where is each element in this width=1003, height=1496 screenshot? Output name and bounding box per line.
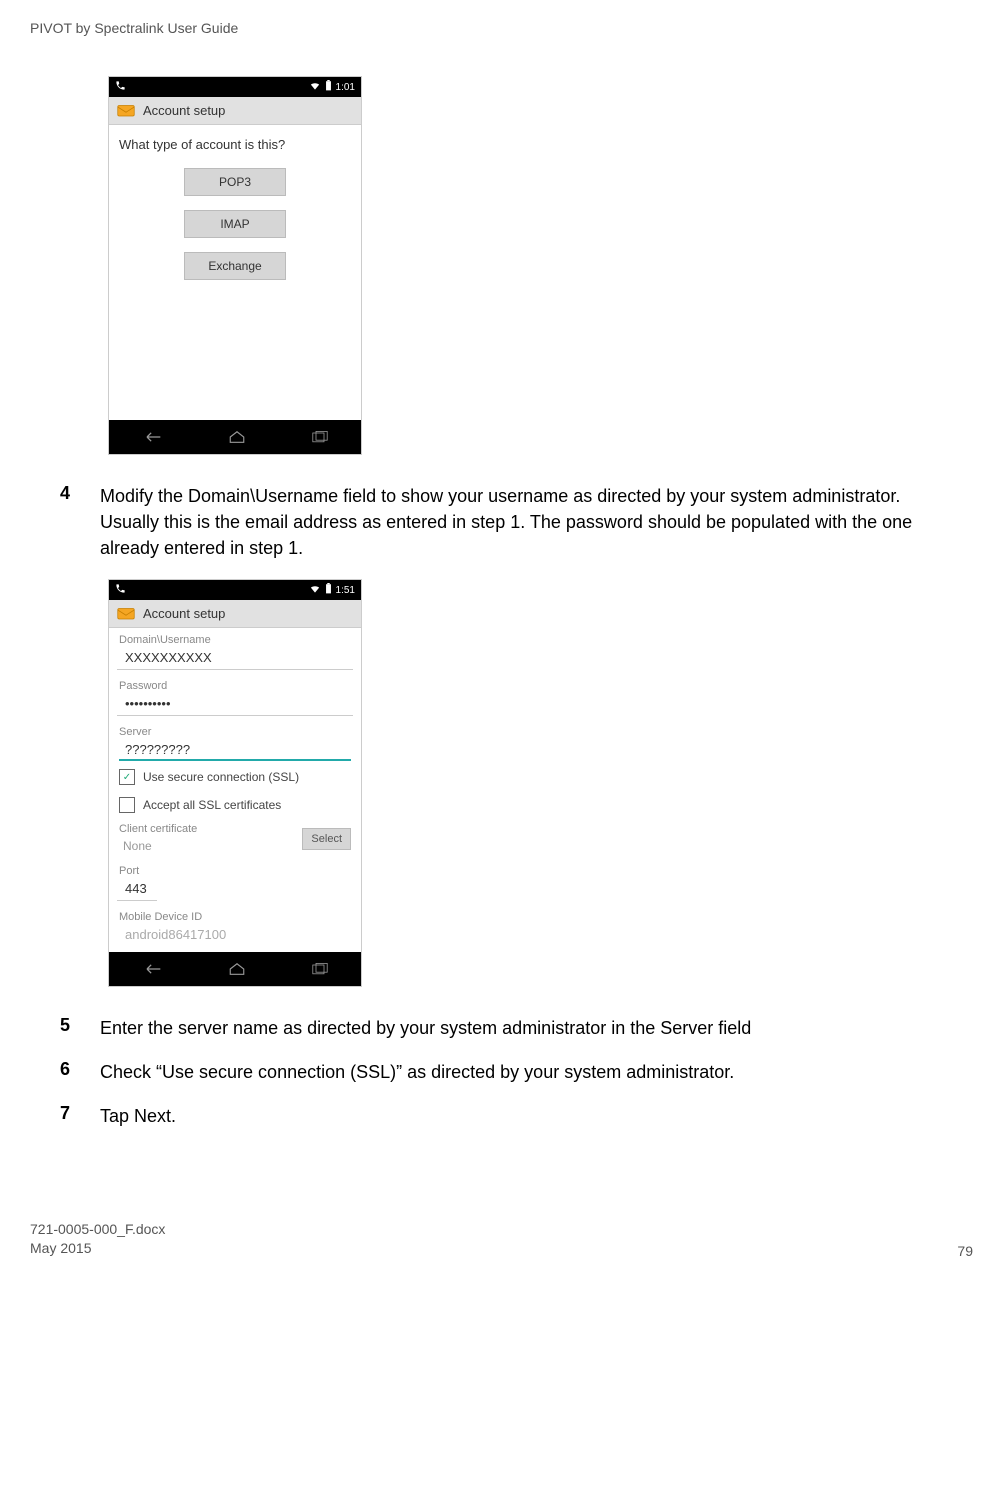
home-icon[interactable]: [228, 962, 246, 976]
exchange-button[interactable]: Exchange: [184, 252, 286, 280]
footer-date: May 2015: [30, 1239, 165, 1259]
step-5: 5 Enter the server name as directed by y…: [60, 1015, 943, 1041]
phone-icon: [115, 583, 126, 597]
screenshot-account-type: 1:01 Account setup What type of account …: [108, 76, 362, 455]
step-number: 5: [60, 1015, 100, 1041]
server-label: Server: [119, 726, 351, 738]
device-id-label: Mobile Device ID: [119, 911, 351, 923]
status-time: 1:01: [336, 82, 355, 93]
account-type-prompt: What type of account is this?: [109, 125, 361, 164]
recent-apps-icon[interactable]: [312, 962, 328, 976]
password-label: Password: [119, 680, 351, 692]
battery-icon: [325, 583, 332, 597]
accept-ssl-checkbox[interactable]: [119, 797, 135, 813]
android-nav-bar: [109, 420, 361, 454]
client-cert-value: None: [119, 837, 197, 855]
recent-apps-icon[interactable]: [312, 430, 328, 444]
ssl-checkbox-label: Use secure connection (SSL): [143, 770, 299, 784]
select-certificate-button[interactable]: Select: [302, 828, 351, 850]
step-6: 6 Check “Use secure connection (SSL)” as…: [60, 1059, 943, 1085]
step-text: Modify the Domain\Username field to show…: [100, 483, 943, 561]
pop3-button[interactable]: POP3: [184, 168, 286, 196]
wifi-icon: [309, 80, 321, 94]
phone-icon: [115, 80, 126, 94]
screen-title-bar: Account setup: [109, 600, 361, 628]
screen-title: Account setup: [143, 103, 225, 118]
step-4: 4 Modify the Domain\Username field to sh…: [60, 483, 943, 561]
server-field[interactable]: ?????????: [119, 740, 351, 761]
step-number: 6: [60, 1059, 100, 1085]
domain-username-label: Domain\Username: [119, 634, 351, 646]
ssl-checkbox[interactable]: ✓: [119, 769, 135, 785]
back-icon[interactable]: [142, 962, 162, 976]
android-status-bar: 1:01: [109, 77, 361, 97]
step-text: Tap Next.: [100, 1103, 176, 1129]
step-text: Enter the server name as directed by you…: [100, 1015, 751, 1041]
screenshot-server-settings: 1:51 Account setup Domain\Username XXXXX…: [108, 579, 362, 987]
footer-page-number: 79: [957, 1243, 973, 1259]
step-number: 4: [60, 483, 100, 561]
port-field[interactable]: 443: [119, 879, 351, 898]
domain-username-field[interactable]: XXXXXXXXXX: [119, 648, 351, 667]
android-nav-bar: [109, 952, 361, 986]
client-cert-label: Client certificate: [119, 823, 197, 835]
step-text: Check “Use secure connection (SSL)” as d…: [100, 1059, 734, 1085]
wifi-icon: [309, 583, 321, 597]
footer-docname: 721-0005-000_F.docx: [30, 1220, 165, 1240]
imap-button[interactable]: IMAP: [184, 210, 286, 238]
port-label: Port: [119, 865, 351, 877]
page-footer: 721-0005-000_F.docx May 2015 79: [30, 1220, 973, 1259]
password-field[interactable]: ••••••••••: [119, 694, 351, 713]
screen-title-bar: Account setup: [109, 97, 361, 125]
accept-ssl-label: Accept all SSL certificates: [143, 798, 281, 812]
mail-setup-icon: [117, 103, 135, 117]
device-id-value: android86417100: [119, 925, 351, 944]
step-7: 7 Tap Next.: [60, 1103, 943, 1129]
back-icon[interactable]: [142, 430, 162, 444]
home-icon[interactable]: [228, 430, 246, 444]
screen-title: Account setup: [143, 606, 225, 621]
mail-setup-icon: [117, 606, 135, 620]
android-status-bar: 1:51: [109, 580, 361, 600]
status-time: 1:51: [336, 585, 355, 596]
document-header: PIVOT by Spectralink User Guide: [30, 20, 973, 36]
step-number: 7: [60, 1103, 100, 1129]
battery-icon: [325, 80, 332, 94]
